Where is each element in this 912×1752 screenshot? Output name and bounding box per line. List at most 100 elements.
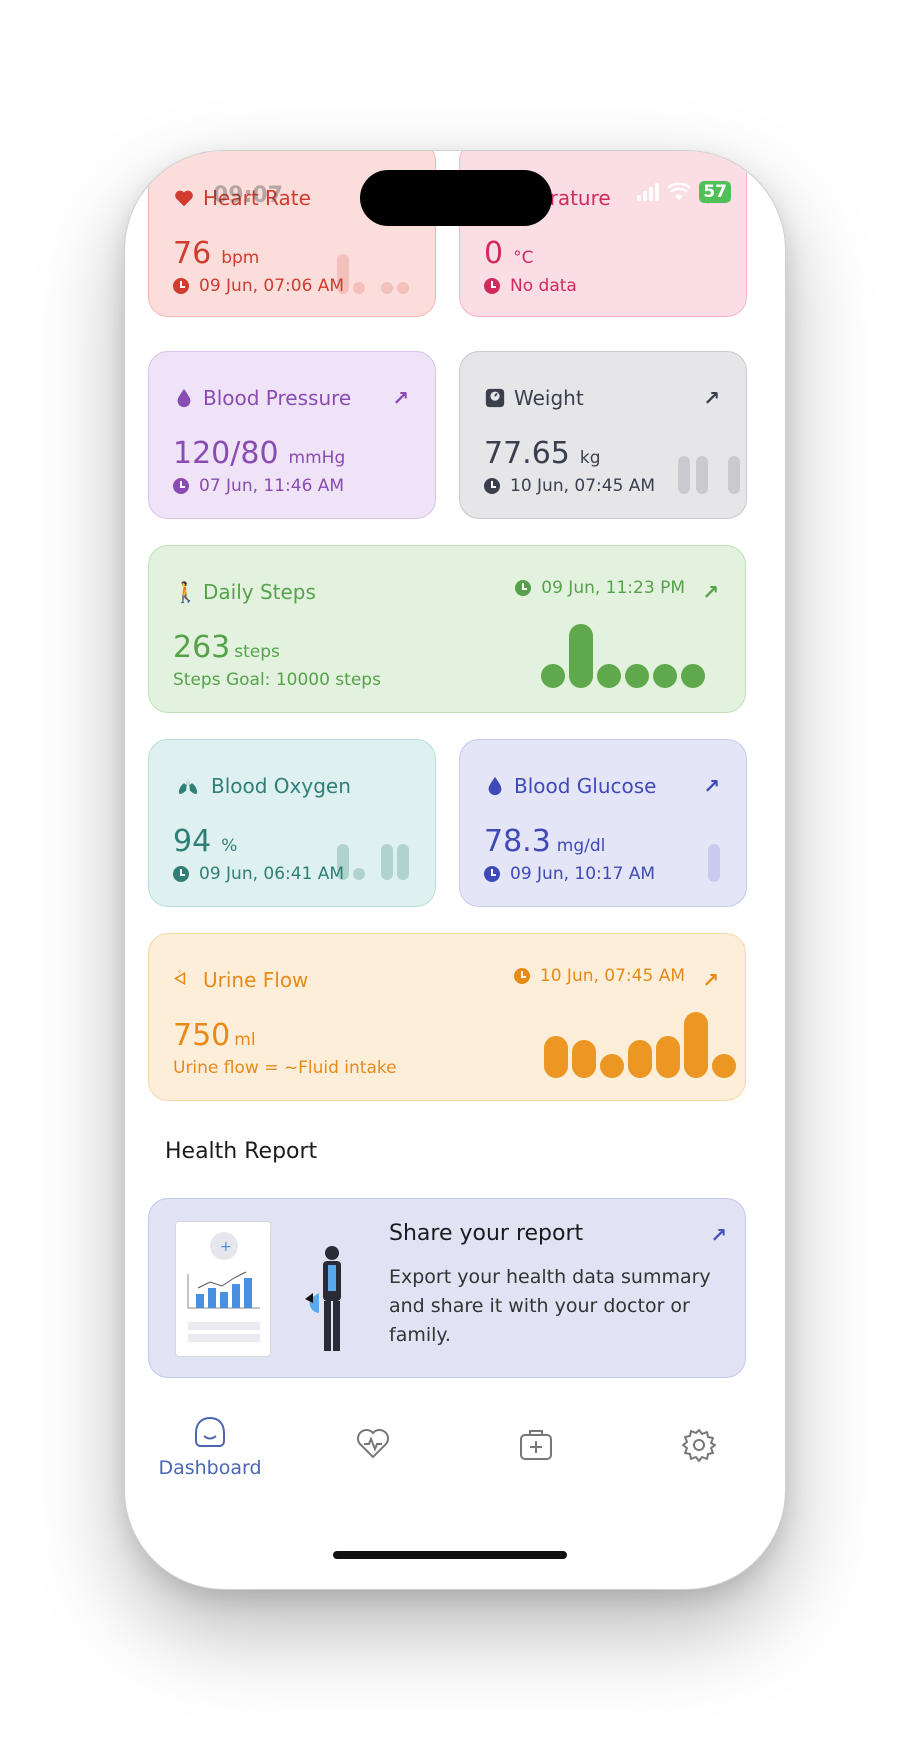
chart-bar — [600, 1054, 624, 1078]
chart-bar — [572, 1040, 596, 1078]
weight-mini-chart — [678, 456, 740, 494]
urine-flow-unit: ml — [234, 1030, 256, 1050]
tab-health[interactable] — [308, 1427, 438, 1463]
blood-oxygen-card[interactable]: Blood Oxygen 94 % 09 Jun, 06:41 AM — [148, 739, 436, 907]
lungs-icon — [178, 778, 198, 794]
heart-icon — [175, 190, 193, 207]
temperature-time: No data — [510, 276, 577, 296]
clock-icon — [484, 866, 500, 882]
chart-bar — [653, 664, 677, 688]
person-illustration — [305, 1246, 341, 1351]
blood-glucose-value: 78.3 — [484, 824, 551, 859]
walking-icon: 🚶 — [173, 580, 198, 604]
clock-icon — [513, 968, 530, 984]
card-title: Blood Pressure — [203, 386, 352, 410]
chart-bar — [712, 1054, 736, 1078]
chart-bar — [728, 456, 740, 494]
open-arrow-icon[interactable]: ↗ — [702, 580, 719, 604]
report-document-illustration: + — [175, 1221, 271, 1357]
report-description: Export your health data summary and shar… — [389, 1266, 711, 1346]
blood-pressure-card[interactable]: Blood Pressure ↗ 120/80 mmHg 07 Jun, 11:… — [148, 351, 436, 519]
card-title: Daily Steps — [203, 580, 316, 604]
steps-time: 09 Jun, 11:23 PM — [541, 578, 685, 598]
clock-icon — [484, 478, 500, 494]
chart-bar — [656, 1036, 680, 1078]
svg-text:+: + — [220, 1239, 232, 1255]
steps-unit: steps — [234, 642, 280, 662]
heart-rate-mini-chart — [337, 254, 409, 294]
chart-bar — [381, 282, 393, 294]
chart-bar — [678, 456, 690, 494]
steps-mini-chart — [541, 624, 705, 688]
tab-dashboard[interactable]: Dashboard — [145, 1415, 275, 1479]
chart-bar — [597, 664, 621, 688]
share-report-card[interactable]: + Share your report Export your health d… — [148, 1198, 746, 1378]
daily-steps-card[interactable]: 🚶 Daily Steps 09 Jun, 11:23 PM ↗ 263 ste… — [148, 545, 746, 713]
kidneys-icon: ᢱ — [173, 969, 187, 990]
open-arrow-icon[interactable]: ↗ — [710, 1223, 727, 1247]
signal-icon — [637, 183, 660, 201]
chart-bar — [353, 868, 365, 880]
tab-label: Dashboard — [158, 1457, 262, 1479]
drop-icon — [488, 776, 502, 796]
chart-bar — [628, 1040, 652, 1078]
heart-rate-unit: bpm — [221, 248, 260, 268]
card-title: Blood Glucose — [514, 774, 657, 798]
health-report-heading: Health Report — [165, 1139, 318, 1164]
medical-kit-icon — [520, 1430, 552, 1460]
weight-time: 10 Jun, 07:45 AM — [510, 476, 656, 496]
heart-rate-value: 76 — [173, 236, 212, 271]
blood-glucose-mini-chart — [708, 844, 720, 882]
dynamic-island — [360, 170, 552, 226]
chart-bar — [708, 844, 720, 882]
blood-oxygen-mini-chart — [337, 844, 409, 880]
card-title: Weight — [514, 386, 584, 410]
chart-bar — [625, 664, 649, 688]
urine-flow-note: Urine flow = ~Fluid intake — [173, 1058, 397, 1078]
heart-pulse-icon — [357, 1429, 389, 1459]
tab-settings[interactable] — [634, 1427, 764, 1467]
blood-glucose-card[interactable]: Blood Glucose ↗ 78.3 mg/dl 09 Jun, 10:17… — [459, 739, 747, 907]
blood-pressure-unit: mmHg — [288, 448, 346, 468]
chart-bar — [544, 1036, 568, 1078]
chart-bar — [569, 624, 593, 688]
urine-flow-time: 10 Jun, 07:45 AM — [539, 966, 685, 986]
blood-pressure-value: 120/80 — [173, 436, 279, 471]
chart-bar — [353, 282, 365, 294]
chart-bar — [397, 844, 409, 880]
card-title: Urine Flow — [203, 968, 309, 992]
blood-glucose-unit: mg/dl — [556, 836, 606, 856]
weight-card[interactable]: Weight ↗ 77.65 kg 10 Jun, 07:45 AM — [459, 351, 747, 519]
open-arrow-icon[interactable]: ↗ — [703, 774, 720, 798]
steps-goal: Steps Goal: 10000 steps — [173, 670, 381, 690]
steps-value: 263 — [173, 630, 231, 665]
chart-bar — [696, 456, 708, 494]
wifi-icon — [667, 183, 692, 200]
home-icon — [195, 1416, 225, 1447]
report-title: Share your report — [389, 1221, 584, 1246]
urine-flow-mini-chart — [544, 1012, 736, 1078]
open-arrow-icon[interactable]: ↗ — [703, 386, 720, 410]
clock-icon — [484, 278, 500, 294]
clock-icon — [173, 278, 189, 294]
temperature-value: 0 — [484, 236, 504, 271]
blood-oxygen-value: 94 — [173, 824, 212, 859]
card-title: Blood Oxygen — [211, 774, 351, 798]
chart-bar — [337, 844, 349, 880]
scale-icon — [485, 388, 505, 408]
open-arrow-icon[interactable]: ↗ — [392, 386, 409, 410]
phone-frame: 09:07 57 Heart Rate 76 bpm 09 Jun, 07:06… — [124, 150, 786, 1590]
open-arrow-icon[interactable]: ↗ — [702, 968, 719, 992]
weight-value: 77.65 — [484, 436, 570, 471]
temperature-unit: °C — [513, 248, 534, 268]
chart-bar — [684, 1012, 708, 1078]
clock-icon — [173, 866, 189, 882]
tab-medical[interactable] — [471, 1427, 601, 1465]
status-icons: 57 — [637, 181, 731, 203]
battery-indicator: 57 — [699, 181, 731, 203]
chart-bar — [381, 844, 393, 880]
home-indicator[interactable] — [333, 1551, 567, 1559]
urine-flow-value: 750 — [173, 1018, 231, 1053]
urine-flow-card[interactable]: ᢱ Urine Flow 10 Jun, 07:45 AM ↗ 750 ml U… — [148, 933, 746, 1101]
chart-illustration-icon: + — [187, 1232, 260, 1342]
